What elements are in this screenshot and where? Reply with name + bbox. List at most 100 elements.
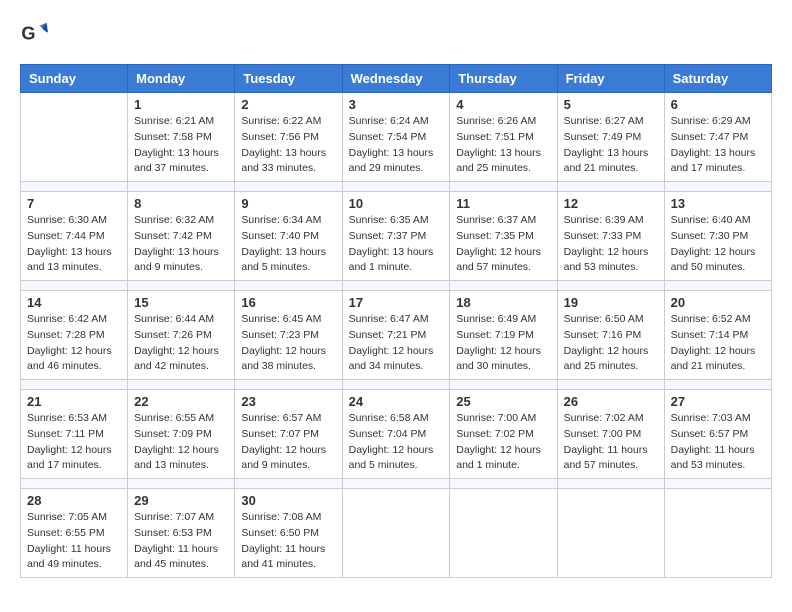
day-info: Sunrise: 7:05 AMSunset: 6:55 PMDaylight:… (27, 510, 121, 573)
day-number: 16 (241, 295, 335, 310)
separator-cell (557, 182, 664, 192)
calendar-week-row: 14 Sunrise: 6:42 AMSunset: 7:28 PMDayligh… (21, 291, 772, 380)
day-number: 30 (241, 493, 335, 508)
calendar-week-row: 7 Sunrise: 6:30 AMSunset: 7:44 PMDaylight… (21, 192, 772, 281)
day-number: 11 (456, 196, 550, 211)
day-info: Sunrise: 6:55 AMSunset: 7:09 PMDaylight:… (134, 411, 228, 474)
calendar-cell: 4Sunrise: 6:26 AMSunset: 7:51 PMDaylight… (450, 93, 557, 182)
calendar-cell: 28 Sunrise: 7:05 AMSunset: 6:55 PMDayligh… (21, 489, 128, 578)
separator-cell (450, 182, 557, 192)
separator-cell (128, 182, 235, 192)
day-info: Sunrise: 6:40 AMSunset: 7:30 PMDaylight:… (671, 213, 765, 276)
svg-text:G: G (21, 24, 35, 44)
calendar-cell: 12Sunrise: 6:39 AMSunset: 7:33 PMDayligh… (557, 192, 664, 281)
day-info: Sunrise: 7:00 AMSunset: 7:02 PMDaylight:… (456, 411, 550, 474)
day-info: Sunrise: 6:30 AMSunset: 7:44 PMDaylight:… (27, 213, 121, 276)
day-info: Sunrise: 7:03 AMSunset: 6:57 PMDaylight:… (671, 411, 765, 474)
day-number: 4 (456, 97, 550, 112)
day-info: Sunrise: 7:08 AMSunset: 6:50 PMDaylight:… (241, 510, 335, 573)
calendar-table: SundayMondayTuesdayWednesdayThursdayFrid… (20, 64, 772, 578)
weekday-header: Saturday (664, 65, 771, 93)
separator-cell (342, 479, 450, 489)
calendar-cell: 9 Sunrise: 6:34 AMSunset: 7:40 PMDaylight… (235, 192, 342, 281)
calendar-week-row: 21Sunrise: 6:53 AMSunset: 7:11 PMDayligh… (21, 390, 772, 479)
day-info: Sunrise: 7:02 AMSunset: 7:00 PMDaylight:… (564, 411, 658, 474)
calendar-cell: 6Sunrise: 6:29 AMSunset: 7:47 PMDaylight… (664, 93, 771, 182)
day-number: 29 (134, 493, 228, 508)
separator-cell (235, 479, 342, 489)
day-info: Sunrise: 6:24 AMSunset: 7:54 PMDaylight:… (349, 114, 444, 177)
logo: G (20, 20, 52, 48)
day-number: 7 (27, 196, 121, 211)
day-info: Sunrise: 6:32 AMSunset: 7:42 PMDaylight:… (134, 213, 228, 276)
day-number: 18 (456, 295, 550, 310)
day-number: 22 (134, 394, 228, 409)
day-number: 28 (27, 493, 121, 508)
day-number: 8 (134, 196, 228, 211)
day-number: 14 (27, 295, 121, 310)
week-separator (21, 182, 772, 192)
day-info: Sunrise: 6:34 AMSunset: 7:40 PMDaylight:… (241, 213, 335, 276)
week-separator (21, 281, 772, 291)
calendar-cell (557, 489, 664, 578)
calendar-cell: 2Sunrise: 6:22 AMSunset: 7:56 PMDaylight… (235, 93, 342, 182)
calendar-cell: 10Sunrise: 6:35 AMSunset: 7:37 PMDayligh… (342, 192, 450, 281)
calendar-cell (21, 93, 128, 182)
separator-cell (21, 281, 128, 291)
separator-cell (450, 281, 557, 291)
separator-cell (128, 380, 235, 390)
day-number: 24 (349, 394, 444, 409)
day-number: 15 (134, 295, 228, 310)
calendar-cell: 5Sunrise: 6:27 AMSunset: 7:49 PMDaylight… (557, 93, 664, 182)
separator-cell (128, 479, 235, 489)
day-number: 19 (564, 295, 658, 310)
day-info: Sunrise: 6:53 AMSunset: 7:11 PMDaylight:… (27, 411, 121, 474)
page-header: G (20, 20, 772, 48)
calendar-cell: 27 Sunrise: 7:03 AMSunset: 6:57 PMDayligh… (664, 390, 771, 479)
weekday-header: Tuesday (235, 65, 342, 93)
day-number: 3 (349, 97, 444, 112)
day-info: Sunrise: 6:42 AMSunset: 7:28 PMDaylight:… (27, 312, 121, 375)
calendar-cell: 14 Sunrise: 6:42 AMSunset: 7:28 PMDayligh… (21, 291, 128, 380)
separator-cell (557, 380, 664, 390)
calendar-cell: 23Sunrise: 6:57 AMSunset: 7:07 PMDayligh… (235, 390, 342, 479)
separator-cell (557, 479, 664, 489)
day-info: Sunrise: 6:47 AMSunset: 7:21 PMDaylight:… (349, 312, 444, 375)
day-info: Sunrise: 6:21 AMSunset: 7:58 PMDaylight:… (134, 114, 228, 177)
day-number: 27 (671, 394, 765, 409)
weekday-header: Friday (557, 65, 664, 93)
day-number: 25 (456, 394, 550, 409)
calendar-cell (450, 489, 557, 578)
calendar-cell: 8 Sunrise: 6:32 AMSunset: 7:42 PMDaylight… (128, 192, 235, 281)
calendar-cell: 13 Sunrise: 6:40 AMSunset: 7:30 PMDayligh… (664, 192, 771, 281)
separator-cell (342, 182, 450, 192)
separator-cell (21, 380, 128, 390)
separator-cell (235, 182, 342, 192)
day-info: Sunrise: 6:57 AMSunset: 7:07 PMDaylight:… (241, 411, 335, 474)
separator-cell (21, 479, 128, 489)
separator-cell (128, 281, 235, 291)
day-info: Sunrise: 6:27 AMSunset: 7:49 PMDaylight:… (564, 114, 658, 177)
separator-cell (342, 281, 450, 291)
day-number: 13 (671, 196, 765, 211)
day-number: 9 (241, 196, 335, 211)
calendar-cell: 25 Sunrise: 7:00 AMSunset: 7:02 PMDayligh… (450, 390, 557, 479)
calendar-cell: 7 Sunrise: 6:30 AMSunset: 7:44 PMDaylight… (21, 192, 128, 281)
calendar-cell: 11Sunrise: 6:37 AMSunset: 7:35 PMDayligh… (450, 192, 557, 281)
calendar-cell: 3 Sunrise: 6:24 AMSunset: 7:54 PMDaylight… (342, 93, 450, 182)
separator-cell (664, 380, 771, 390)
calendar-cell: 29Sunrise: 7:07 AMSunset: 6:53 PMDayligh… (128, 489, 235, 578)
day-info: Sunrise: 6:35 AMSunset: 7:37 PMDaylight:… (349, 213, 444, 276)
day-number: 20 (671, 295, 765, 310)
weekday-header: Monday (128, 65, 235, 93)
separator-cell (235, 281, 342, 291)
separator-cell (664, 479, 771, 489)
calendar-cell (342, 489, 450, 578)
calendar-cell: 16Sunrise: 6:45 AMSunset: 7:23 PMDayligh… (235, 291, 342, 380)
calendar-cell (664, 489, 771, 578)
calendar-cell: 17Sunrise: 6:47 AMSunset: 7:21 PMDayligh… (342, 291, 450, 380)
calendar-cell: 18Sunrise: 6:49 AMSunset: 7:19 PMDayligh… (450, 291, 557, 380)
calendar-cell: 21Sunrise: 6:53 AMSunset: 7:11 PMDayligh… (21, 390, 128, 479)
week-separator (21, 380, 772, 390)
weekday-header: Sunday (21, 65, 128, 93)
